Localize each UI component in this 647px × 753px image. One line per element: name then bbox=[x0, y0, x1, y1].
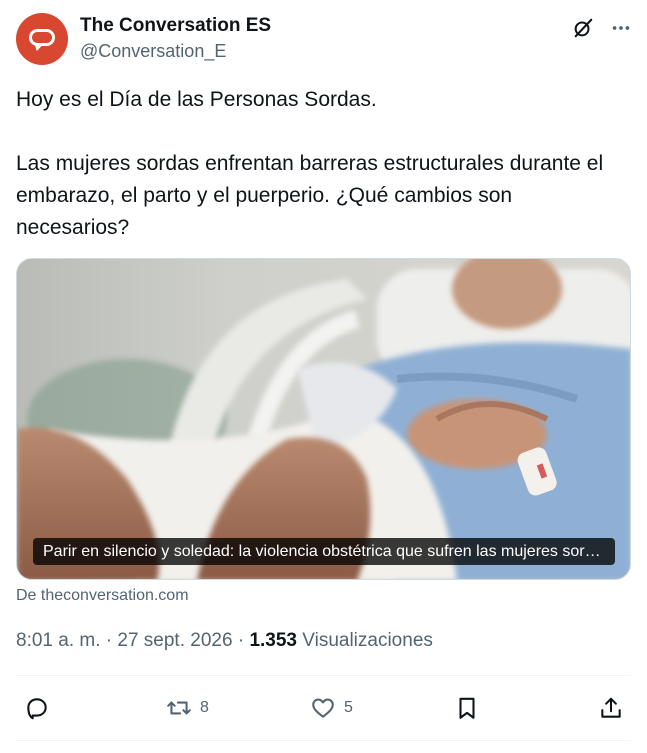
retweet-button[interactable]: 8 bbox=[166, 685, 209, 731]
reply-icon bbox=[27, 698, 47, 720]
share-button[interactable] bbox=[598, 685, 624, 731]
meta-separator: · bbox=[100, 630, 118, 651]
tweet-time[interactable]: 8:01 a. m. bbox=[16, 630, 101, 651]
like-button[interactable]: 5 bbox=[310, 685, 353, 731]
tweet-metadata: 8:01 a. m. · 27 sept. 2026 · 1.353 Visua… bbox=[16, 630, 433, 652]
meta-separator: · bbox=[232, 630, 250, 651]
grok-icon[interactable] bbox=[572, 17, 594, 39]
retweet-icon bbox=[167, 701, 191, 715]
views-label: Visualizaciones bbox=[302, 630, 433, 651]
divider bbox=[16, 740, 631, 741]
share-icon bbox=[601, 697, 621, 718]
card-image bbox=[17, 259, 630, 579]
user-handle[interactable]: @Conversation_E bbox=[80, 41, 226, 62]
tweet-line-1: Hoy es el Día de las Personas Sordas. bbox=[16, 88, 377, 111]
avatar[interactable] bbox=[16, 13, 68, 65]
tweet-line-2: Las mujeres sordas enfrentan barreras es… bbox=[16, 152, 604, 239]
card-source-link[interactable]: De theconversation.com bbox=[16, 587, 189, 605]
bookmark-icon bbox=[459, 697, 475, 719]
divider bbox=[16, 675, 631, 676]
views-count: 1.353 bbox=[249, 630, 297, 651]
card-title[interactable]: Parir en silencio y soledad: la violenci… bbox=[33, 538, 615, 565]
tweet-text: Hoy es el Día de las Personas Sordas. La… bbox=[16, 84, 631, 244]
display-name[interactable]: The Conversation ES bbox=[80, 15, 271, 37]
tweet-date[interactable]: 27 sept. 2026 bbox=[117, 630, 232, 651]
reply-button[interactable] bbox=[24, 685, 50, 731]
heart-icon bbox=[312, 698, 334, 718]
bookmark-button[interactable] bbox=[454, 685, 480, 731]
tweet-header: The Conversation ES @Conversation_E bbox=[16, 13, 631, 65]
action-bar: 8 5 bbox=[16, 685, 631, 731]
retweet-count: 8 bbox=[200, 699, 209, 716]
link-card[interactable]: Parir en silencio y soledad: la violenci… bbox=[16, 258, 631, 580]
more-icon[interactable] bbox=[610, 17, 632, 39]
like-count: 5 bbox=[344, 699, 353, 716]
